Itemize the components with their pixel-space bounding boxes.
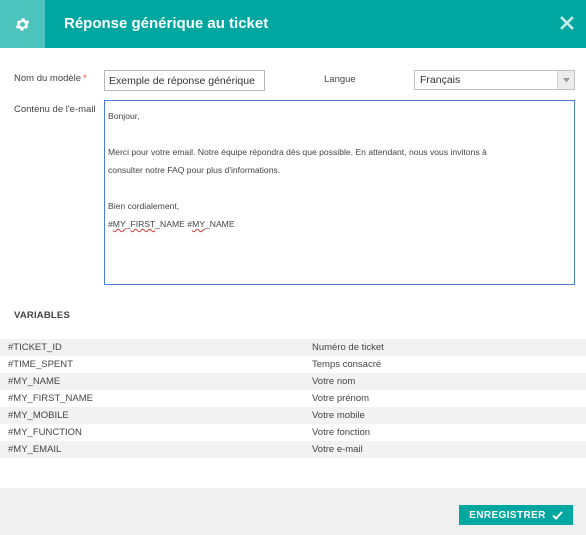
content-line: Merci pour votre email. Notre équipe rép… [108, 147, 487, 157]
variable-desc: Votre e-mail [312, 444, 363, 455]
variable-key: #TICKET_ID [8, 342, 62, 353]
variable-key: #TIME_SPENT [8, 359, 73, 370]
check-icon [552, 510, 563, 520]
variable-row: #MY_EMAIL Votre e-mail [0, 441, 586, 458]
gear-icon [15, 17, 30, 31]
header-icon-box [0, 0, 45, 48]
save-button-label: ENREGISTRER [469, 509, 546, 521]
variable-key: #MY_MOBILE [8, 410, 69, 421]
variable-key: #MY_FUNCTION [8, 427, 82, 438]
variable-desc: Votre prénom [312, 393, 370, 404]
spellcheck-word: MY [112, 219, 126, 229]
variable-key: #MY_EMAIL [8, 444, 62, 455]
variables-table: #TICKET_ID Numéro de ticket #TIME_SPENT … [0, 339, 586, 458]
content-label: Contenu de l'e-mail [14, 104, 96, 115]
content-line: Bien cordialement, [108, 201, 180, 211]
required-mark: * [83, 73, 87, 83]
name-label-text: Nom du modèle [14, 73, 82, 84]
select-arrow[interactable] [557, 71, 574, 89]
language-label: Langue [324, 74, 356, 85]
language-select-value: Français [420, 74, 461, 86]
variable-key: #MY_NAME [8, 376, 61, 387]
variable-desc: Votre mobile [312, 410, 365, 421]
variable-row: #MY_MOBILE Votre mobile [0, 407, 586, 424]
spellcheck-word: FIRST [130, 219, 156, 229]
content-line [108, 125, 571, 143]
close-icon[interactable] [558, 14, 576, 32]
template-name-input[interactable] [104, 70, 265, 91]
variable-desc: Numéro de ticket [312, 342, 384, 353]
variable-row: #MY_NAME Votre nom [0, 373, 586, 390]
content-line: Bonjour, [108, 111, 140, 121]
variable-desc: Votre nom [312, 376, 356, 387]
variable-desc: Temps consacré [312, 359, 382, 370]
variables-title: VARIABLES [14, 310, 70, 321]
dialog-title: Réponse générique au ticket [64, 15, 269, 32]
content-line-signature: #MY_FIRST_NAME #MY_NAME [108, 219, 235, 229]
spellcheck-word: MY [192, 219, 205, 229]
content-line: consulter notre FAQ pour plus d'informat… [108, 165, 281, 175]
name-label: Nom du modèle * [14, 73, 87, 84]
variable-row: #TIME_SPENT Temps consacré [0, 356, 586, 373]
chevron-down-icon [562, 77, 570, 82]
language-select[interactable]: Français [414, 70, 575, 90]
variable-key: #MY_FIRST_NAME [8, 393, 93, 404]
content-line [108, 179, 571, 197]
email-content-editor[interactable]: Bonjour, Merci pour votre email. Notre é… [104, 100, 575, 285]
save-button[interactable]: ENREGISTRER [459, 505, 573, 525]
variable-row: #TICKET_ID Numéro de ticket [0, 339, 586, 356]
variable-row: #MY_FIRST_NAME Votre prénom [0, 390, 586, 407]
dialog-header: Réponse générique au ticket [0, 0, 586, 48]
variable-row: #MY_FUNCTION Votre fonction [0, 424, 586, 441]
variable-desc: Votre fonction [312, 427, 371, 438]
